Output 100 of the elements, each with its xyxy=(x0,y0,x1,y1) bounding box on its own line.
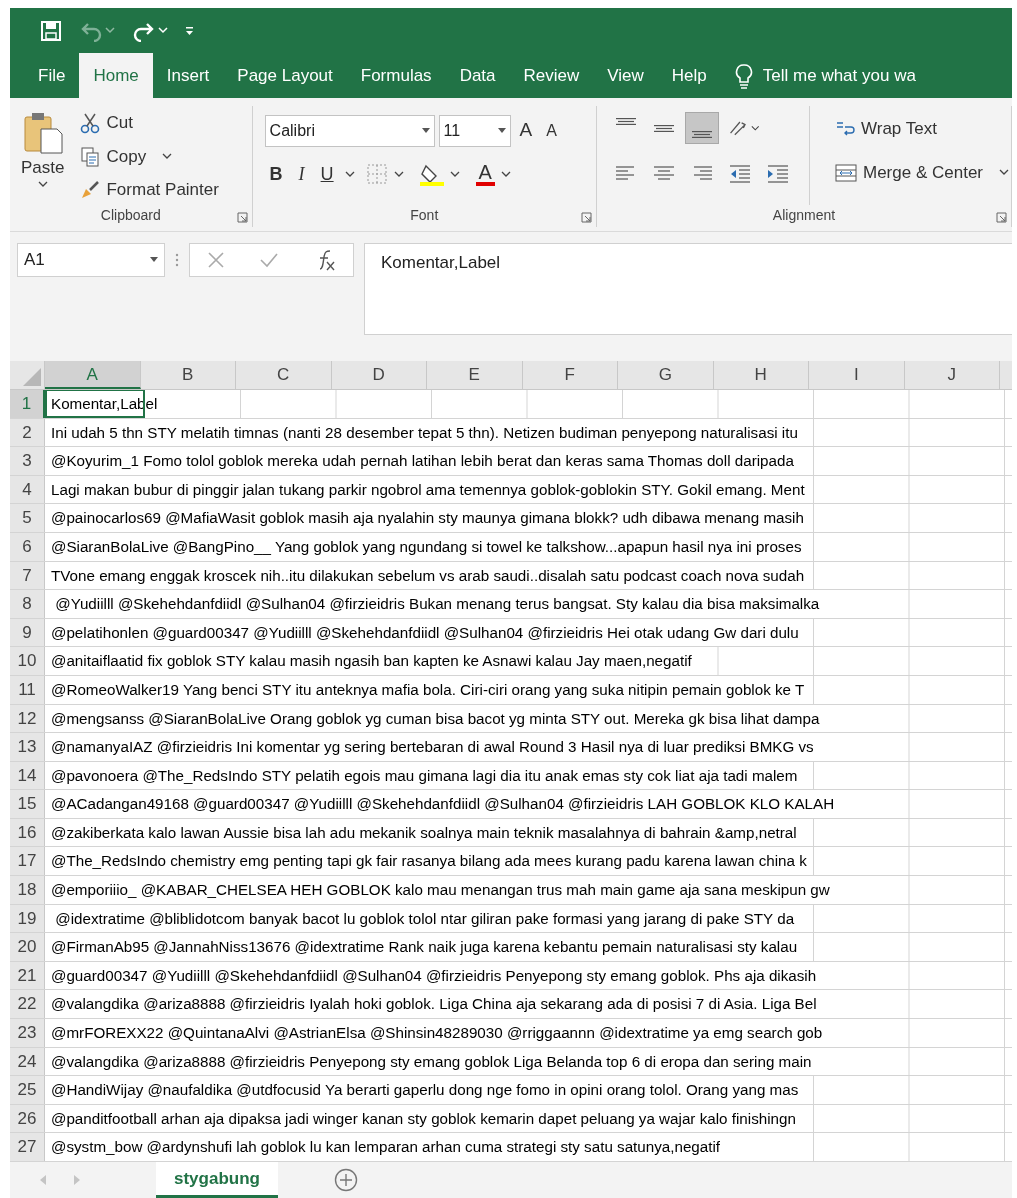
font-name-field[interactable]: Calibri xyxy=(264,114,435,147)
caret-icon xyxy=(449,170,460,178)
row-header[interactable]: 22 xyxy=(10,990,45,1019)
row-header[interactable]: 4 xyxy=(10,475,45,504)
column-header[interactable]: I xyxy=(809,360,905,389)
grow-font-button[interactable]: A xyxy=(514,114,538,147)
group-label: Clipboard xyxy=(100,205,161,225)
add-sheet-icon[interactable] xyxy=(333,1168,358,1192)
row-header[interactable]: 1 xyxy=(10,389,45,418)
column-header[interactable]: C xyxy=(236,360,332,389)
row-header[interactable]: 12 xyxy=(10,704,45,733)
align-top-icon xyxy=(616,118,636,126)
caret-icon xyxy=(158,27,168,35)
row-header[interactable]: 17 xyxy=(10,847,45,876)
cancel-icon[interactable] xyxy=(207,250,226,269)
row-header[interactable]: 9 xyxy=(10,618,45,647)
row-header[interactable]: 15 xyxy=(10,790,45,818)
ribbon-tab[interactable]: View xyxy=(593,53,658,99)
caret-icon xyxy=(162,153,173,161)
wrap-text-button[interactable]: Wrap Text xyxy=(830,114,1012,144)
customize-button[interactable] xyxy=(184,24,195,37)
dialog-launcher-icon[interactable] xyxy=(996,211,1007,223)
row-header[interactable]: 5 xyxy=(10,504,45,532)
ribbon-tab[interactable]: Data xyxy=(445,53,510,99)
row-header[interactable]: 8 xyxy=(10,590,45,618)
ribbon-tab[interactable]: Review xyxy=(509,53,594,99)
column-header[interactable]: J xyxy=(904,360,1000,389)
column-header[interactable]: A xyxy=(45,360,141,389)
scissors-icon xyxy=(80,112,101,135)
save-icon xyxy=(40,19,62,42)
row-header[interactable]: 23 xyxy=(10,1019,45,1047)
merge-center-button[interactable]: Merge & Center xyxy=(830,157,1012,188)
borders-icon xyxy=(365,163,388,186)
align-middle-icon xyxy=(654,124,674,132)
group-label: Font xyxy=(410,205,439,225)
row-header[interactable]: 20 xyxy=(10,933,45,961)
row-header[interactable]: 19 xyxy=(10,904,45,933)
row-header[interactable]: 16 xyxy=(10,818,45,847)
lightbulb-icon xyxy=(734,62,753,89)
column-header[interactable]: G xyxy=(618,360,714,389)
font-size-field[interactable]: 11 xyxy=(438,114,511,147)
ribbon-tab[interactable]: Help xyxy=(657,53,721,99)
dialog-launcher-icon[interactable] xyxy=(236,211,248,223)
ribbon-tab[interactable]: Home xyxy=(79,53,153,99)
name-box[interactable]: A1 xyxy=(17,242,165,277)
row-header[interactable]: 14 xyxy=(10,761,45,790)
row-header[interactable]: 11 xyxy=(10,675,45,704)
row-header[interactable]: 18 xyxy=(10,876,45,904)
dropdown-icon xyxy=(421,128,430,134)
align-bottom-icon xyxy=(692,131,712,139)
caret-icon xyxy=(105,27,115,35)
column-header[interactable]: H xyxy=(713,360,809,389)
copy-button[interactable]: Copy xyxy=(75,141,224,172)
dropdown-icon xyxy=(497,128,506,134)
ribbon-tab[interactable]: Page Layout xyxy=(223,53,347,99)
ribbon-tab[interactable]: Formulas xyxy=(346,53,446,99)
sheet-tab[interactable]: stygabung xyxy=(156,1162,278,1198)
ribbon-tab[interactable]: Insert xyxy=(152,53,224,99)
underline-button[interactable]: U xyxy=(315,158,339,190)
tell-me-field[interactable]: Tell me what you wa xyxy=(762,63,916,89)
column-header[interactable]: E xyxy=(427,360,523,389)
dropdown-icon xyxy=(150,257,158,263)
align-bottom-button[interactable] xyxy=(685,112,719,145)
row-header[interactable]: 24 xyxy=(10,1047,45,1076)
row-header[interactable]: 3 xyxy=(10,447,45,475)
copy-icon xyxy=(80,145,101,168)
column-header[interactable]: B xyxy=(140,360,236,389)
caret-icon xyxy=(500,170,511,178)
row-header[interactable]: 21 xyxy=(10,961,45,990)
paint-bucket-icon xyxy=(419,162,444,187)
column-header[interactable]: F xyxy=(522,360,618,389)
clipboard-icon xyxy=(22,111,63,156)
column-header[interactable]: D xyxy=(331,360,427,389)
caret-icon xyxy=(999,169,1009,177)
row-header[interactable]: 10 xyxy=(10,647,45,675)
caret-icon xyxy=(393,170,404,178)
row-header[interactable]: 6 xyxy=(10,532,45,561)
caret-icon xyxy=(751,124,760,132)
grip-icon xyxy=(175,251,179,268)
dialog-launcher-icon[interactable] xyxy=(581,211,592,223)
row-header[interactable]: 13 xyxy=(10,733,45,761)
row-header[interactable]: 27 xyxy=(10,1133,45,1161)
format-painter-button[interactable]: Format Painter xyxy=(75,175,224,205)
row-header[interactable]: 25 xyxy=(10,1076,45,1104)
italic-button[interactable]: I xyxy=(293,158,310,190)
ribbon-tab[interactable]: File xyxy=(24,53,80,99)
row-header[interactable]: 2 xyxy=(10,418,45,447)
group-label: Alignment xyxy=(772,205,836,225)
font-color-button[interactable]: A xyxy=(470,160,516,189)
caret-icon xyxy=(37,180,48,188)
merge-cells-icon xyxy=(835,162,857,183)
row-header[interactable]: 26 xyxy=(10,1104,45,1133)
customize-icon xyxy=(186,26,193,35)
paintbrush-icon xyxy=(80,180,101,201)
cut-button[interactable]: Cut xyxy=(75,108,224,138)
paste-button[interactable]: Paste xyxy=(10,106,76,193)
shrink-font-button[interactable]: A xyxy=(541,116,562,145)
bold-button[interactable]: B xyxy=(264,158,288,190)
row-header[interactable]: 7 xyxy=(10,561,45,590)
formula-field[interactable]: Komentar,Label xyxy=(364,242,1012,335)
